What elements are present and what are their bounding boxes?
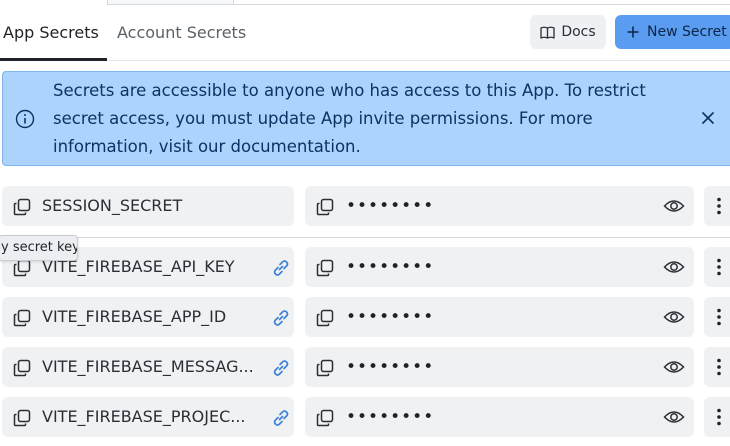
info-icon: [15, 109, 35, 129]
secret-key-name: SESSION_SECRET: [42, 196, 183, 215]
active-tab-indicator: [0, 58, 107, 61]
tabs-divider: [0, 60, 730, 61]
secret-key-name: VITE_FIREBASE_PROJEC...: [42, 407, 246, 426]
copy-icon[interactable]: [315, 408, 335, 432]
masked-value: ••••••••: [346, 357, 435, 377]
masked-value: ••••••••: [346, 257, 435, 277]
kebab-icon: [714, 357, 724, 381]
kebab-icon: [714, 307, 724, 331]
row-menu-button[interactable]: [704, 186, 730, 226]
top-border: [234, 4, 730, 5]
secret-value-field[interactable]: ••••••••: [305, 247, 694, 287]
book-icon: [540, 26, 555, 39]
copy-icon[interactable]: [315, 258, 335, 282]
secret-key-field[interactable]: VITE_FIREBASE_PROJEC...: [2, 397, 294, 437]
banner-message: Secrets are accessible to anyone who has…: [53, 81, 646, 156]
secret-key-name: VITE_FIREBASE_APP_ID: [42, 307, 227, 326]
copy-key-tooltip: y secret key: [0, 235, 78, 261]
eye-icon[interactable]: [663, 358, 685, 380]
eye-icon[interactable]: [663, 408, 685, 430]
tab-app-secrets[interactable]: App Secrets: [3, 22, 99, 44]
plus-icon: [627, 26, 639, 38]
secret-key-name: VITE_FIREBASE_MESSAG...: [42, 357, 254, 376]
row-menu-button[interactable]: [704, 397, 730, 437]
new-secret-label: New Secret: [647, 24, 727, 40]
row-separator: [0, 237, 730, 238]
secret-value-field[interactable]: ••••••••: [305, 397, 694, 437]
secret-value-field[interactable]: ••••••••: [305, 297, 694, 337]
secret-key-field[interactable]: SESSION_SECRET: [2, 186, 294, 226]
row-menu-button[interactable]: [704, 247, 730, 287]
docs-label: Docs: [561, 24, 596, 40]
top-tab-fragment: [107, 0, 234, 5]
kebab-icon: [714, 407, 724, 431]
row-menu-button[interactable]: [704, 297, 730, 337]
kebab-icon: [714, 196, 724, 220]
secret-value-field[interactable]: ••••••••: [305, 347, 694, 387]
secret-key-field[interactable]: VITE_FIREBASE_MESSAG...: [2, 347, 294, 387]
info-banner: Secrets are accessible to anyone who has…: [2, 71, 730, 166]
close-icon[interactable]: [701, 111, 715, 125]
copy-icon[interactable]: [12, 197, 32, 221]
secret-value-field[interactable]: ••••••••: [305, 186, 694, 226]
tab-account-secrets[interactable]: Account Secrets: [117, 22, 246, 44]
link-icon[interactable]: [270, 357, 292, 383]
kebab-icon: [714, 257, 724, 281]
eye-icon[interactable]: [663, 258, 685, 280]
copy-icon[interactable]: [12, 308, 32, 332]
link-icon[interactable]: [270, 307, 292, 333]
docs-button[interactable]: Docs: [530, 15, 606, 49]
copy-icon[interactable]: [315, 358, 335, 382]
link-icon[interactable]: [270, 407, 292, 433]
masked-value: ••••••••: [346, 307, 435, 327]
masked-value: ••••••••: [346, 196, 435, 216]
masked-value: ••••••••: [346, 407, 435, 427]
eye-icon[interactable]: [663, 197, 685, 219]
secret-key-field[interactable]: VITE_FIREBASE_APP_ID: [2, 297, 294, 337]
link-icon[interactable]: [270, 257, 292, 283]
copy-icon[interactable]: [315, 308, 335, 332]
copy-icon[interactable]: [12, 358, 32, 382]
copy-icon[interactable]: [12, 408, 32, 432]
row-menu-button[interactable]: [704, 347, 730, 387]
copy-icon[interactable]: [315, 197, 335, 221]
copy-icon[interactable]: [12, 258, 32, 282]
eye-icon[interactable]: [663, 308, 685, 330]
new-secret-button[interactable]: New Secret: [615, 15, 730, 49]
